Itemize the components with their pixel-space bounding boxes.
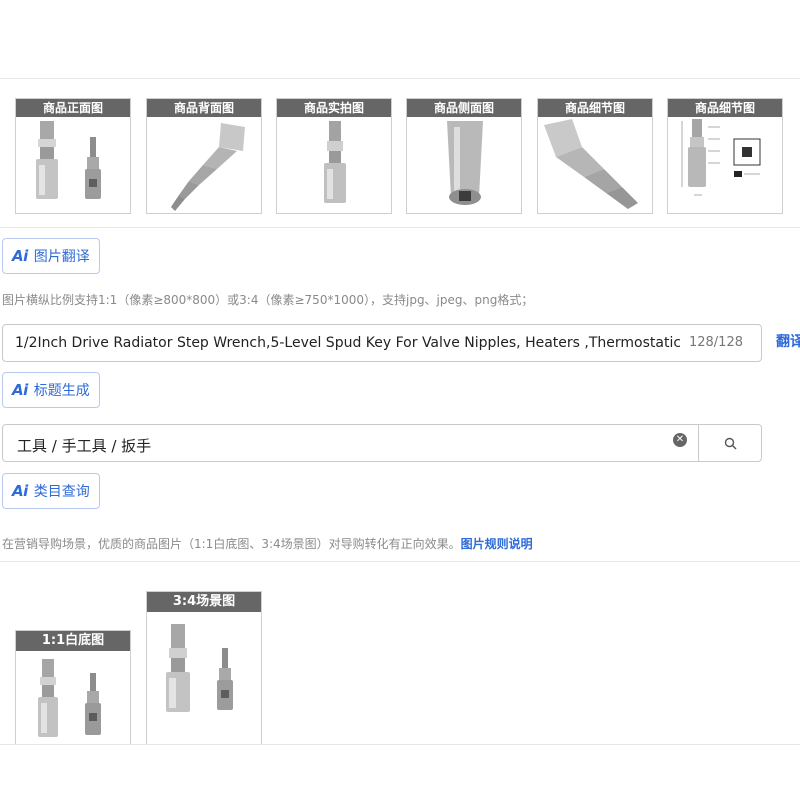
wrench-photo-detail <box>544 119 638 209</box>
white-bg-caption: 1:1白底图 <box>16 631 130 651</box>
gallery-thumb-side[interactable]: 商品侧面图 <box>406 98 522 214</box>
category-query-label: 类目查询 <box>33 484 90 500</box>
white-bg-photo <box>38 659 101 737</box>
scene-image-slot[interactable]: 3:4场景图 <box>146 591 262 744</box>
product-title-field[interactable]: 1/2Inch Drive Radiator Step Wrench,5-Lev… <box>2 324 762 362</box>
scene-photo <box>166 624 233 712</box>
gallery-thumb-detail[interactable]: 商品细节图 <box>537 98 653 214</box>
image-rules-link[interactable]: 图片规则说明 <box>461 537 533 551</box>
gallery-thumb-back[interactable]: 商品背面图 <box>146 98 262 214</box>
category-query-button[interactable]: Ai 类目查询 <box>2 473 100 509</box>
scene-caption: 3:4场景图 <box>147 592 261 612</box>
gallery-caption: 商品实拍图 <box>277 99 391 117</box>
category-search-button[interactable] <box>699 424 762 462</box>
wrench-photo-front <box>36 121 101 199</box>
image-translate-label: 图片翻译 <box>33 249 90 265</box>
wrench-photo-side <box>447 121 483 205</box>
ai-icon: Ai <box>12 482 28 500</box>
clear-icon[interactable]: ✕ <box>673 433 687 447</box>
gallery-caption: 商品细节图 <box>538 99 652 117</box>
white-bg-image-slot[interactable]: 1:1白底图 <box>15 630 131 744</box>
ai-icon: Ai <box>12 247 28 265</box>
category-field[interactable]: 工具 / 手工具 / 扳手 <box>2 424 699 462</box>
product-title-value[interactable]: 1/2Inch Drive Radiator Step Wrench,5-Lev… <box>15 335 680 351</box>
gallery-thumb-dimension[interactable]: 商品细节图 <box>667 98 783 214</box>
title-char-count: 128/128 <box>688 335 743 350</box>
gallery-caption: 商品细节图 <box>668 99 782 117</box>
gallery-caption: 商品侧面图 <box>407 99 521 117</box>
category-value[interactable]: 工具 / 手工具 / 扳手 <box>17 435 151 456</box>
ai-icon: Ai <box>12 381 28 399</box>
image-translate-button[interactable]: Ai 图片翻译 <box>2 238 100 274</box>
wrench-photo-real <box>324 121 346 203</box>
marketing-image-section: 1:1白底图 3:4场景图 <box>0 561 800 745</box>
marketing-image-hint: 在营销导购场景，优质的商品图片（1:1白底图、3:4场景图）对导购转化有正向效果… <box>2 535 533 552</box>
search-icon <box>724 437 736 449</box>
wrench-photo-back <box>171 123 245 211</box>
wrench-dimension-drawing <box>681 119 761 196</box>
title-generate-button[interactable]: Ai 标题生成 <box>2 372 100 408</box>
gallery-thumb-real[interactable]: 商品实拍图 <box>276 98 392 214</box>
gallery-caption: 商品背面图 <box>147 99 261 117</box>
gallery-caption: 商品正面图 <box>16 99 130 117</box>
gallery-thumb-front[interactable]: 商品正面图 <box>15 98 131 214</box>
image-format-hint: 图片横纵比例支持1:1（像素≥800*800）或3:4（像素≥750*1000）… <box>2 293 534 307</box>
title-generate-label: 标题生成 <box>33 383 90 399</box>
translate-link[interactable]: 翻译 <box>776 331 800 351</box>
marketing-hint-text: 在营销导购场景，优质的商品图片（1:1白底图、3:4场景图）对导购转化有正向效果… <box>2 537 461 551</box>
product-image-gallery: 商品正面图 商品背面图 商品实拍图 商品侧面图 商品细节图 商品细节图 <box>0 78 800 228</box>
